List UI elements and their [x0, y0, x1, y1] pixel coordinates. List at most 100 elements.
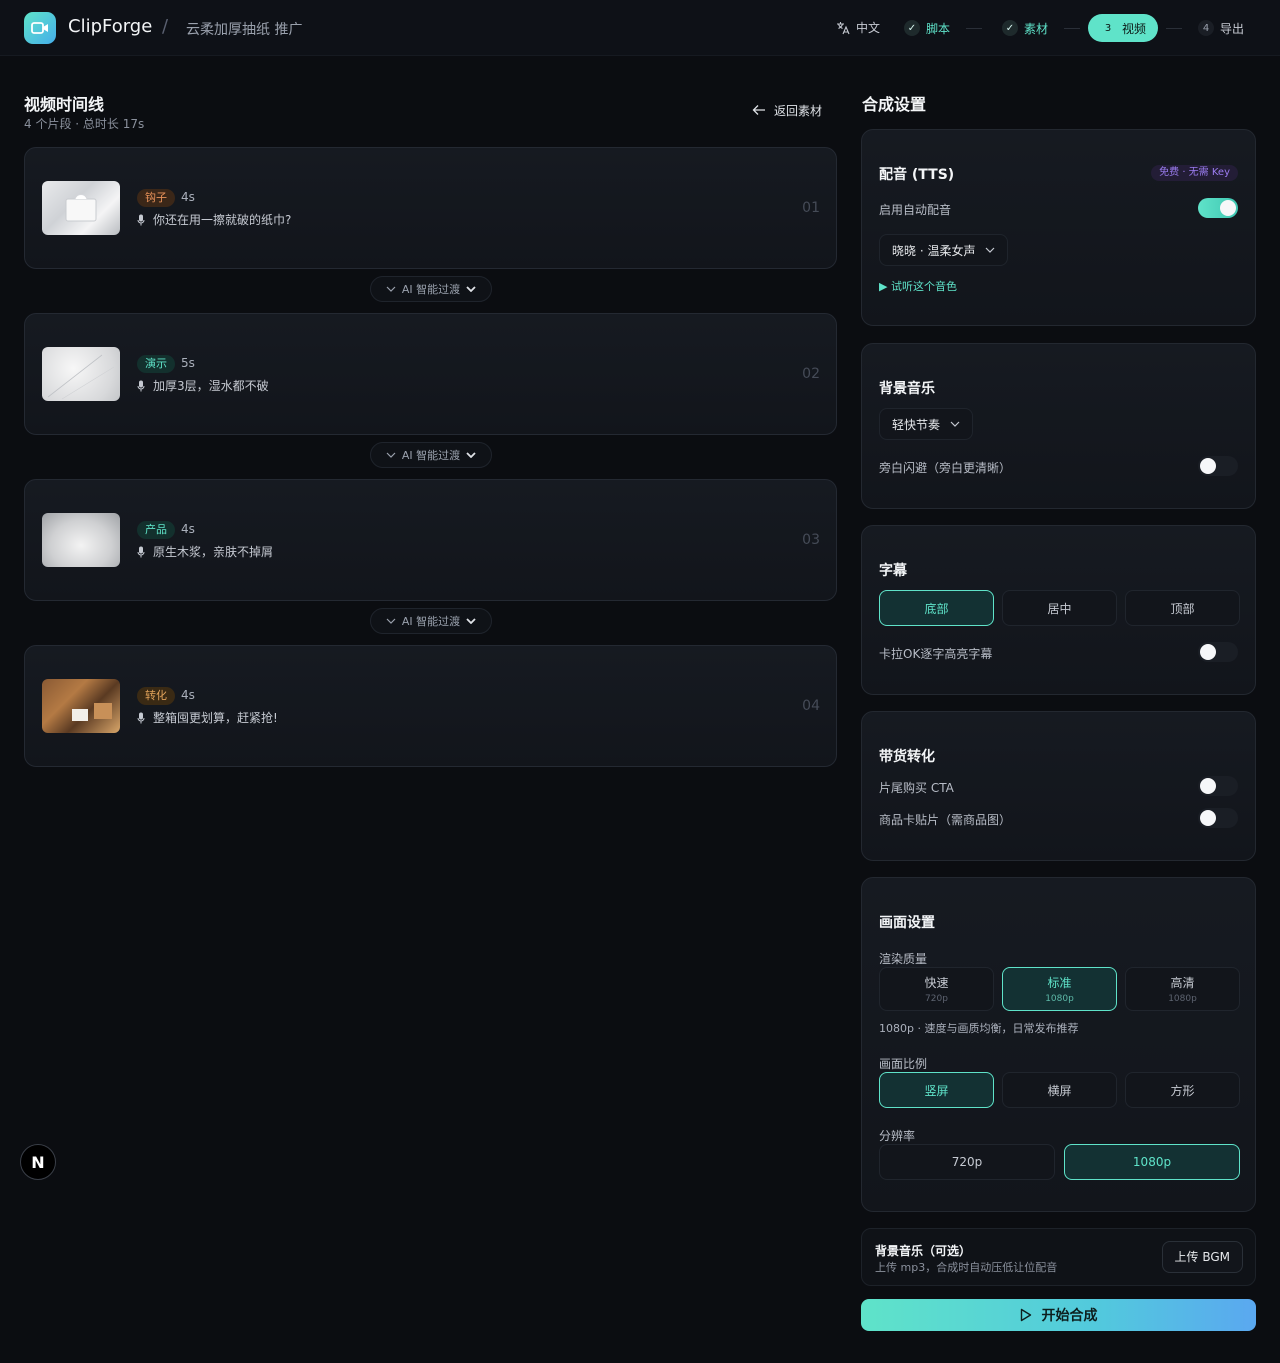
clip-thumbnail [42, 513, 120, 567]
step-number: 3 [1104, 22, 1112, 34]
transition-label: AI 智能过渡 [401, 283, 461, 296]
bgm-upload-title: 背景音乐（可选） [875, 1244, 972, 1258]
step-script[interactable]: ✓ 脚本 [904, 14, 950, 42]
bgm-upload-desc: 上传 mp3，合成时自动压低让位配音 [875, 1261, 1058, 1274]
clip-thumbnail [42, 181, 120, 235]
transition-label: AI 智能过渡 [401, 615, 461, 628]
tts-panel: 配音 (TTS) 免费 · 无需 Key 启用自动配音 晓晓 · 温柔女声 ▶ … [861, 129, 1256, 326]
clip-duration: 4s [181, 688, 195, 702]
clip-voiceover: 你还在用一擦就破的纸巾? [137, 211, 291, 228]
resolution-label: 分辨率 [879, 1129, 916, 1143]
clip-index: 04 [802, 698, 820, 714]
back-label: 返回素材 [774, 103, 823, 118]
chevron-down-icon [386, 452, 396, 458]
upload-bgm-button[interactable]: 上传 BGM [1161, 1241, 1243, 1273]
quality-label: 渲染质量 [879, 952, 928, 966]
ratio-landscape[interactable]: 横屏 [1002, 1072, 1117, 1108]
clip-tag: 产品 [137, 521, 175, 539]
clip-line-text: 加厚3层，湿水都不破 [153, 379, 269, 393]
clip-tag: 演示 [137, 355, 175, 373]
cta-toggle[interactable] [1198, 776, 1238, 796]
tts-title: 配音 (TTS) [879, 167, 955, 183]
breadcrumb-separator: / [162, 16, 169, 37]
quality-fast[interactable]: 快速 720p [879, 967, 994, 1011]
ratio-square[interactable]: 方形 [1125, 1072, 1240, 1108]
product-card-toggle[interactable] [1198, 808, 1238, 828]
clip-thumbnail [42, 347, 120, 401]
chevron-down-icon [386, 286, 396, 292]
clip-line-text: 原生木浆，亲肤不掉屑 [153, 545, 274, 559]
subtitle-position-top[interactable]: 顶部 [1125, 590, 1240, 626]
karaoke-label: 卡拉OK逐字高亮字幕 [879, 647, 993, 661]
ducking-toggle[interactable] [1198, 456, 1238, 476]
clip-thumbnail [42, 679, 120, 733]
resolution-720p[interactable]: 720p [879, 1144, 1055, 1180]
timeline-title: 视频时间线 [24, 95, 105, 114]
transition-selector[interactable]: AI 智能过渡 [370, 608, 492, 634]
clip-duration: 4s [181, 522, 195, 536]
chevron-down-icon [950, 421, 960, 427]
step-label: 导出 [1220, 21, 1245, 36]
transition-selector[interactable]: AI 智能过渡 [370, 276, 492, 302]
timeline-clip[interactable]: 钩子 4s 你还在用一擦就破的纸巾? 01 [24, 147, 837, 269]
project-name: 云柔加厚抽纸 推广 [186, 22, 303, 38]
subtitle-position-bottom[interactable]: 底部 [879, 590, 994, 626]
quality-standard[interactable]: 标准 1080p [1002, 967, 1117, 1011]
check-icon: ✓ [904, 20, 920, 36]
top-bar: ClipForge / 云柔加厚抽纸 推广 中文 ✓ 脚本 ✓ 素材 3 视频 … [0, 0, 1280, 56]
chevron-down-icon [986, 247, 995, 253]
clip-duration: 5s [181, 356, 195, 370]
step-video[interactable]: 3 视频 [1088, 14, 1159, 42]
back-to-assets-button[interactable]: 返回素材 [752, 100, 822, 120]
auto-voice-toggle[interactable] [1198, 198, 1238, 218]
clip-duration: 4s [181, 190, 195, 204]
resolution-1080p[interactable]: 1080p [1064, 1144, 1240, 1180]
clip-voiceover: 整箱囤更划算，赶紧抢! [137, 709, 278, 726]
music-panel: 背景音乐 轻快节奏 旁白闪避（旁白更清晰） [861, 343, 1256, 509]
music-select[interactable]: 轻快节奏 [879, 408, 974, 440]
voice-select[interactable]: 晓晓 · 温柔女声 [879, 234, 1009, 266]
voice-value: 晓晓 · 温柔女声 [892, 243, 976, 258]
picture-title: 画面设置 [879, 915, 935, 931]
product-card-label: 商品卡贴片（需商品图） [879, 813, 1012, 827]
dev-tools-badge[interactable]: N [20, 1144, 56, 1180]
arrow-left-icon [752, 105, 765, 115]
microphone-icon [137, 380, 145, 391]
subtitle-position-center[interactable]: 居中 [1002, 590, 1117, 626]
music-title: 背景音乐 [879, 381, 935, 397]
music-value: 轻快节奏 [892, 417, 941, 432]
timeline-clip[interactable]: 转化 4s 整箱囤更划算，赶紧抢! 04 [24, 645, 837, 767]
microphone-icon [137, 546, 145, 557]
quality-high[interactable]: 高清 1080p [1125, 967, 1240, 1011]
clip-index: 01 [802, 200, 820, 216]
timeline-clip[interactable]: 产品 4s 原生木浆，亲肤不掉屑 03 [24, 479, 837, 601]
app-name: ClipForge [68, 16, 153, 37]
clip-line-text: 整箱囤更划算，赶紧抢! [153, 711, 278, 725]
step-assets[interactable]: ✓ 素材 [1002, 14, 1048, 42]
ducking-label: 旁白闪避（旁白更清晰） [879, 461, 1012, 475]
quality-res: 720p [925, 994, 948, 1004]
karaoke-toggle[interactable] [1198, 642, 1238, 662]
quality-description: 1080p · 速度与画质均衡，日常发布推荐 [879, 1022, 1079, 1035]
step-connector [966, 28, 982, 29]
start-compose-button[interactable]: 开始合成 [861, 1299, 1256, 1331]
ratio-label: 画面比例 [879, 1057, 928, 1071]
picture-panel: 画面设置 渲染质量 快速 720p 标准 1080p 高清 1080p 1080… [861, 877, 1256, 1212]
step-export[interactable]: 4 导出 [1198, 14, 1244, 42]
microphone-icon [137, 214, 145, 225]
clip-line-text: 你还在用一擦就破的纸巾? [153, 213, 292, 227]
step-connector [1166, 28, 1182, 29]
preview-voice-link[interactable]: ▶ 试听这个音色 [879, 278, 957, 294]
quality-name: 高清 [1170, 976, 1195, 990]
timeline-clip[interactable]: 演示 5s 加厚3层，湿水都不破 02 [24, 313, 837, 435]
check-icon: ✓ [1002, 20, 1018, 36]
language-switch[interactable]: 中文 [836, 19, 880, 36]
bgm-upload-card: 背景音乐（可选） 上传 mp3，合成时自动压低让位配音 上传 BGM [861, 1228, 1256, 1286]
transition-selector[interactable]: AI 智能过渡 [370, 442, 492, 468]
settings-title: 合成设置 [862, 95, 927, 114]
step-connector [1064, 28, 1080, 29]
play-icon [1020, 1308, 1031, 1322]
commerce-panel: 带货转化 片尾购买 CTA 商品卡贴片（需商品图） [861, 711, 1256, 861]
ratio-portrait[interactable]: 竖屏 [879, 1072, 994, 1108]
timeline-summary: 4 个片段 · 总时长 17s [24, 117, 145, 131]
